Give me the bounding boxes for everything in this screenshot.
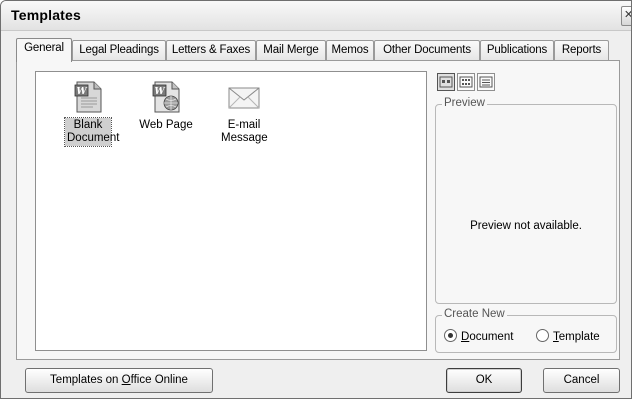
- preview-message: Preview not available.: [470, 220, 582, 232]
- tab-reports[interactable]: Reports: [554, 40, 609, 60]
- create-new-group: Create New Document Template: [435, 308, 617, 353]
- tab-publications[interactable]: Publications: [480, 40, 554, 60]
- tab-panel-general: W Blank Document W Web Page E-mail Messa…: [16, 60, 620, 360]
- tab-letters-faxes[interactable]: Letters & Faxes: [166, 40, 256, 60]
- details-view-icon: [479, 76, 493, 88]
- close-button[interactable]: ✕: [621, 6, 631, 26]
- dialog-title: Templates: [11, 7, 82, 23]
- tab-other-documents[interactable]: Other Documents: [374, 40, 480, 60]
- radio-document-label: ocument: [469, 331, 514, 343]
- radio-document[interactable]: Document: [444, 329, 513, 343]
- template-item-blank-document[interactable]: W Blank Document: [52, 80, 124, 147]
- templates-on-office-online-button[interactable]: Templates on Office Online: [25, 368, 213, 393]
- tab-legal-pleadings[interactable]: Legal Pleadings: [72, 40, 166, 60]
- office-online-label-post: ffice Online: [130, 374, 188, 386]
- tab-mail-merge[interactable]: Mail Merge: [256, 40, 326, 60]
- preview-group: Preview Preview not available.: [435, 97, 617, 304]
- office-online-label-pre: Templates on: [50, 374, 122, 386]
- large-icons-view-icon: [439, 76, 453, 88]
- tab-memos[interactable]: Memos: [326, 40, 374, 60]
- details-view-button[interactable]: [477, 73, 495, 91]
- list-view-icon: [459, 76, 473, 88]
- ok-button[interactable]: OK: [446, 368, 522, 393]
- radio-template-label: emplate: [558, 331, 600, 343]
- template-item-web-page[interactable]: W Web Page: [130, 80, 202, 133]
- title-bar[interactable]: Templates ✕: [1, 1, 631, 31]
- radio-template[interactable]: Template: [536, 329, 600, 343]
- create-new-group-label: Create New: [442, 308, 507, 320]
- list-view-button[interactable]: [457, 73, 475, 91]
- word-document-icon: W: [74, 81, 102, 113]
- preview-group-label: Preview: [442, 97, 487, 109]
- svg-text:W: W: [76, 87, 87, 97]
- cancel-button[interactable]: Cancel: [543, 368, 620, 393]
- template-label: Blank Document: [64, 117, 120, 147]
- svg-text:W: W: [154, 87, 165, 97]
- tab-general[interactable]: General: [16, 38, 72, 62]
- templates-dialog: Templates ✕ General Legal Pleadings Lett…: [0, 0, 632, 399]
- template-label: E-mail Message: [221, 119, 268, 144]
- template-label: Web Page: [139, 119, 193, 131]
- web-page-icon: W: [152, 81, 180, 113]
- radio-document-indicator[interactable]: [444, 329, 457, 342]
- office-online-label-accel: O: [121, 374, 131, 386]
- template-item-email-message[interactable]: E-mail Message: [208, 80, 280, 146]
- email-envelope-icon: [228, 87, 260, 109]
- template-list[interactable]: W Blank Document W Web Page E-mail Messa…: [35, 71, 427, 351]
- radio-template-indicator[interactable]: [536, 329, 549, 342]
- large-icons-view-button[interactable]: [437, 73, 455, 91]
